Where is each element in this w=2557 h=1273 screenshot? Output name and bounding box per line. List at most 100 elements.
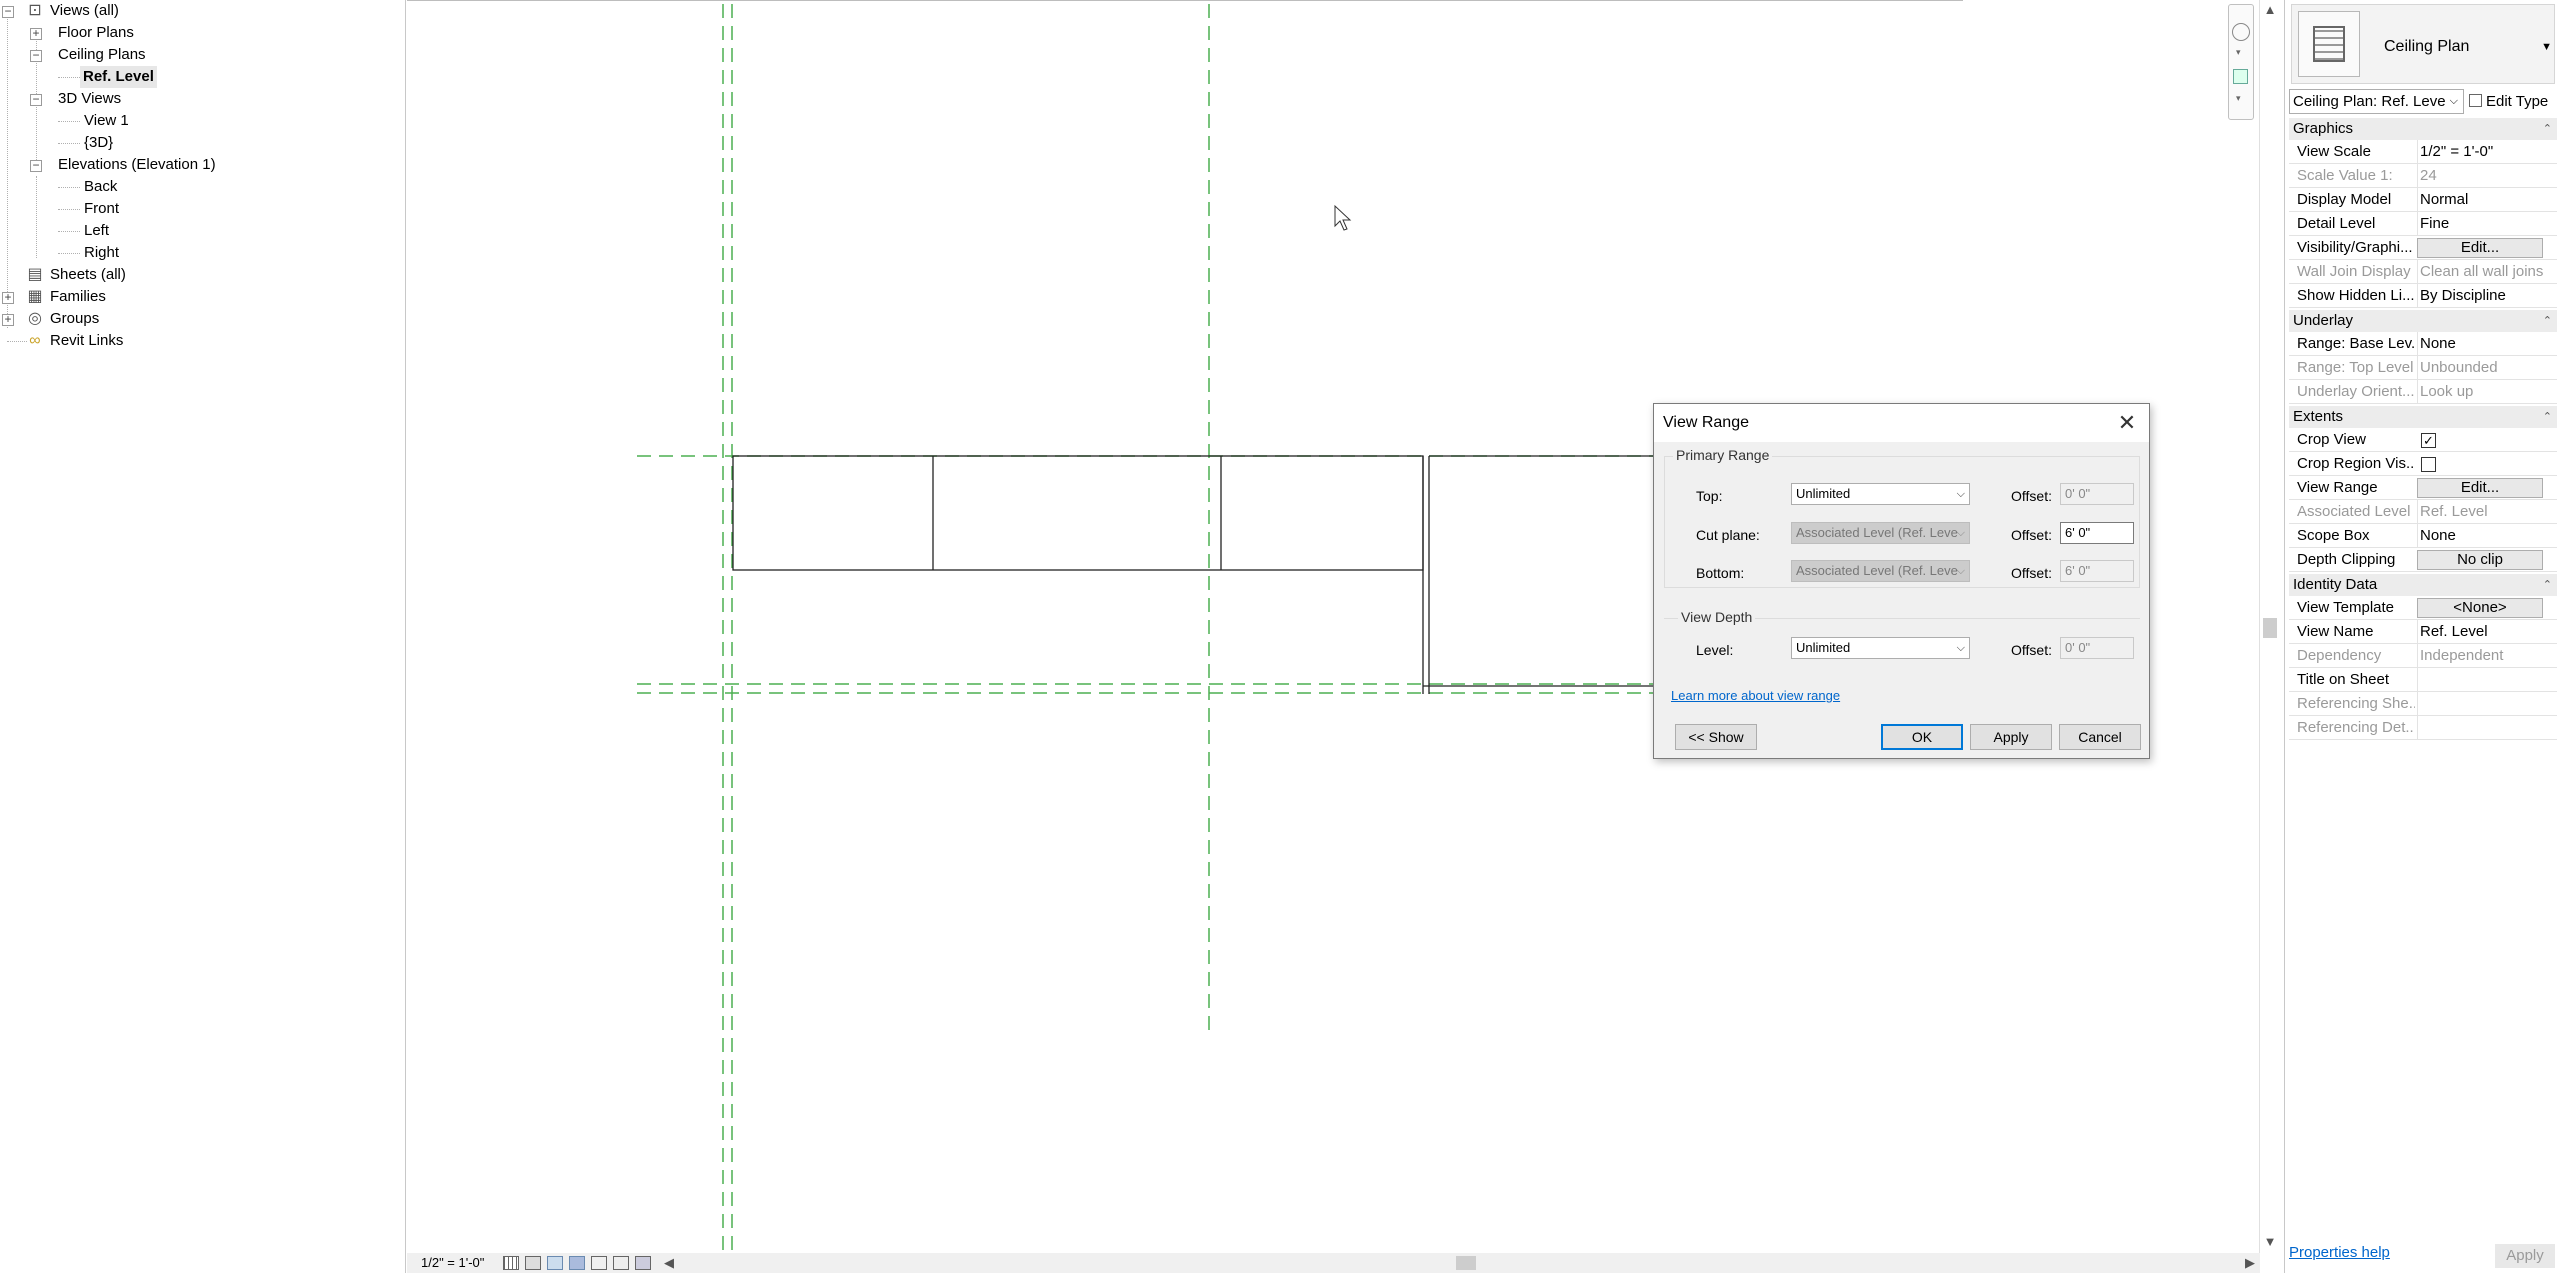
tree-item-right[interactable]: Right [84,242,119,264]
3d-views-collapse-toggle[interactable]: − [30,93,42,106]
depth-level-select[interactable]: Unlimited ⌵ [1791,637,1970,659]
section-identity-data[interactable]: Identity Data ⌃ [2289,574,2557,596]
tree-item-back[interactable]: Back [84,176,117,198]
prop-range-base[interactable]: Range: Base Lev... None [2289,332,2557,356]
ceiling-plan-icon [2298,11,2360,77]
ok-button[interactable]: OK [1881,724,1963,750]
top-offset-field[interactable]: 0' 0" [2060,483,2134,505]
tree-item-left[interactable]: Left [84,220,109,242]
tree-item-sheets[interactable]: Sheets (all) [50,264,126,286]
collapse-icon[interactable]: ⌃ [2543,574,2552,596]
vertical-scrollbar[interactable]: ▲ ▼ [2259,0,2281,1253]
scroll-up-icon[interactable]: ▲ [2260,2,2280,17]
groups-expand-toggle[interactable]: + [2,313,14,326]
prop-depth-clipping[interactable]: Depth Clipping No clip [2289,548,2557,572]
temporary-hide-icon[interactable] [635,1256,651,1270]
tree-item-ref-level[interactable]: Ref. Level [80,66,157,88]
top-level-select[interactable]: Unlimited ⌵ [1791,483,1970,505]
views-collapse-toggle[interactable]: − [2,5,14,18]
prop-view-template[interactable]: View Template <None> [2289,596,2557,620]
tree-item-view-1[interactable]: View 1 [84,110,129,132]
detail-level-icon[interactable] [503,1256,519,1270]
dialog-titlebar[interactable]: View Range ✕ [1654,404,2149,442]
tree-item-elevations[interactable]: Elevations (Elevation 1) [58,154,216,176]
horizontal-scroll-thumb[interactable] [1456,1256,1476,1270]
steering-wheel-icon[interactable] [2232,23,2250,41]
tree-item-3d[interactable]: {3D} [84,132,113,154]
prop-value[interactable] [2417,668,2557,692]
bottom-offset-field[interactable]: 6' 0" [2060,560,2134,582]
shadows-icon[interactable] [569,1256,585,1270]
view-scale-label[interactable]: 1/2" = 1'-0" [421,1253,484,1273]
view-template-button[interactable]: <None> [2417,598,2543,618]
tree-item-front[interactable]: Front [84,198,119,220]
ceiling-plans-collapse-toggle[interactable]: − [30,49,42,62]
collapse-icon[interactable]: ⌃ [2543,118,2552,140]
visibility-edit-button[interactable]: Edit... [2417,238,2543,258]
prop-show-hidden-lines[interactable]: Show Hidden Li... By Discipline [2289,284,2557,308]
tree-item-floor-plans[interactable]: Floor Plans [58,22,134,44]
prop-value[interactable]: By Discipline [2417,284,2557,308]
prop-crop-view[interactable]: Crop View ✓ [2289,428,2557,452]
instance-filter-select[interactable]: Ceiling Plan: Ref. Leve ⌵ [2289,89,2464,114]
close-icon[interactable]: ✕ [2115,410,2139,436]
level-offset-field[interactable]: 0' 0" [2060,637,2134,659]
prop-value[interactable]: 1/2" = 1'-0" [2417,140,2557,164]
section-underlay[interactable]: Underlay ⌃ [2289,310,2557,332]
sun-path-icon[interactable] [547,1256,563,1270]
prop-display-model[interactable]: Display Model Normal [2289,188,2557,212]
bottom-level-select[interactable]: Associated Level (Ref. Leve ⌵ [1791,560,1970,582]
prop-detail-level[interactable]: Detail Level Fine [2289,212,2557,236]
prop-view-name[interactable]: View Name Ref. Level [2289,620,2557,644]
tree-item-revit-links[interactable]: Revit Links [50,330,123,352]
prop-value[interactable]: None [2417,524,2557,548]
scroll-down-icon[interactable]: ▼ [2260,1234,2280,1249]
elevations-collapse-toggle[interactable]: − [30,159,42,172]
chevron-down-icon[interactable]: ▾ [2236,93,2241,104]
apply-button[interactable]: Apply [1970,724,2052,750]
cancel-button[interactable]: Cancel [2059,724,2141,750]
horizontal-scrollbar[interactable]: ▶ [680,1253,2260,1273]
scroll-left-icon[interactable]: ◀ [661,1253,677,1273]
show-button[interactable]: << Show [1675,724,1757,750]
type-selector[interactable]: Ceiling Plan ▼ [2291,4,2555,84]
prop-view-range[interactable]: View Range Edit... [2289,476,2557,500]
edit-type-button[interactable]: Edit Type [2469,89,2557,114]
prop-scope-box[interactable]: Scope Box None [2289,524,2557,548]
properties-apply-button[interactable]: Apply [2495,1244,2555,1268]
prop-value[interactable]: Fine [2417,212,2557,236]
learn-more-link[interactable]: Learn more about view range [1671,688,1840,703]
cut-plane-select[interactable]: Associated Level (Ref. Leve ⌵ [1791,522,1970,544]
tree-item-views-all[interactable]: Views (all) [50,0,119,22]
vertical-scroll-thumb[interactable] [2263,618,2277,638]
properties-help-link[interactable]: Properties help [2289,1244,2390,1261]
prop-value[interactable]: Ref. Level [2417,620,2557,644]
tree-item-families[interactable]: Families [50,286,106,308]
scroll-right-icon[interactable]: ▶ [2242,1253,2258,1273]
tree-item-3d-views[interactable]: 3D Views [58,88,121,110]
prop-value[interactable]: Normal [2417,188,2557,212]
zoom-region-icon[interactable] [2233,69,2248,84]
show-crop-region-icon[interactable] [613,1256,629,1270]
prop-view-scale[interactable]: View Scale 1/2" = 1'-0" [2289,140,2557,164]
tree-item-ceiling-plans[interactable]: Ceiling Plans [58,44,146,66]
crop-region-checkbox[interactable] [2421,457,2436,472]
families-expand-toggle[interactable]: + [2,291,14,304]
section-extents[interactable]: Extents ⌃ [2289,406,2557,428]
prop-crop-region-visible[interactable]: Crop Region Vis... [2289,452,2557,476]
tree-item-groups[interactable]: Groups [50,308,99,330]
depth-clipping-button[interactable]: No clip [2417,550,2543,570]
view-range-edit-button[interactable]: Edit... [2417,478,2543,498]
collapse-icon[interactable]: ⌃ [2543,310,2552,332]
prop-title-on-sheet[interactable]: Title on Sheet [2289,668,2557,692]
crop-view-icon[interactable] [591,1256,607,1270]
prop-value[interactable]: None [2417,332,2557,356]
chevron-down-icon[interactable]: ▾ [2236,47,2241,58]
prop-visibility-graphics[interactable]: Visibility/Graphi... Edit... [2289,236,2557,260]
visual-style-icon[interactable] [525,1256,541,1270]
crop-view-checkbox[interactable]: ✓ [2421,433,2436,448]
cut-offset-field[interactable]: 6' 0" [2060,522,2134,544]
floor-plans-expand-toggle[interactable]: + [30,27,42,40]
section-graphics[interactable]: Graphics ⌃ [2289,118,2557,140]
collapse-icon[interactable]: ⌃ [2543,406,2552,428]
